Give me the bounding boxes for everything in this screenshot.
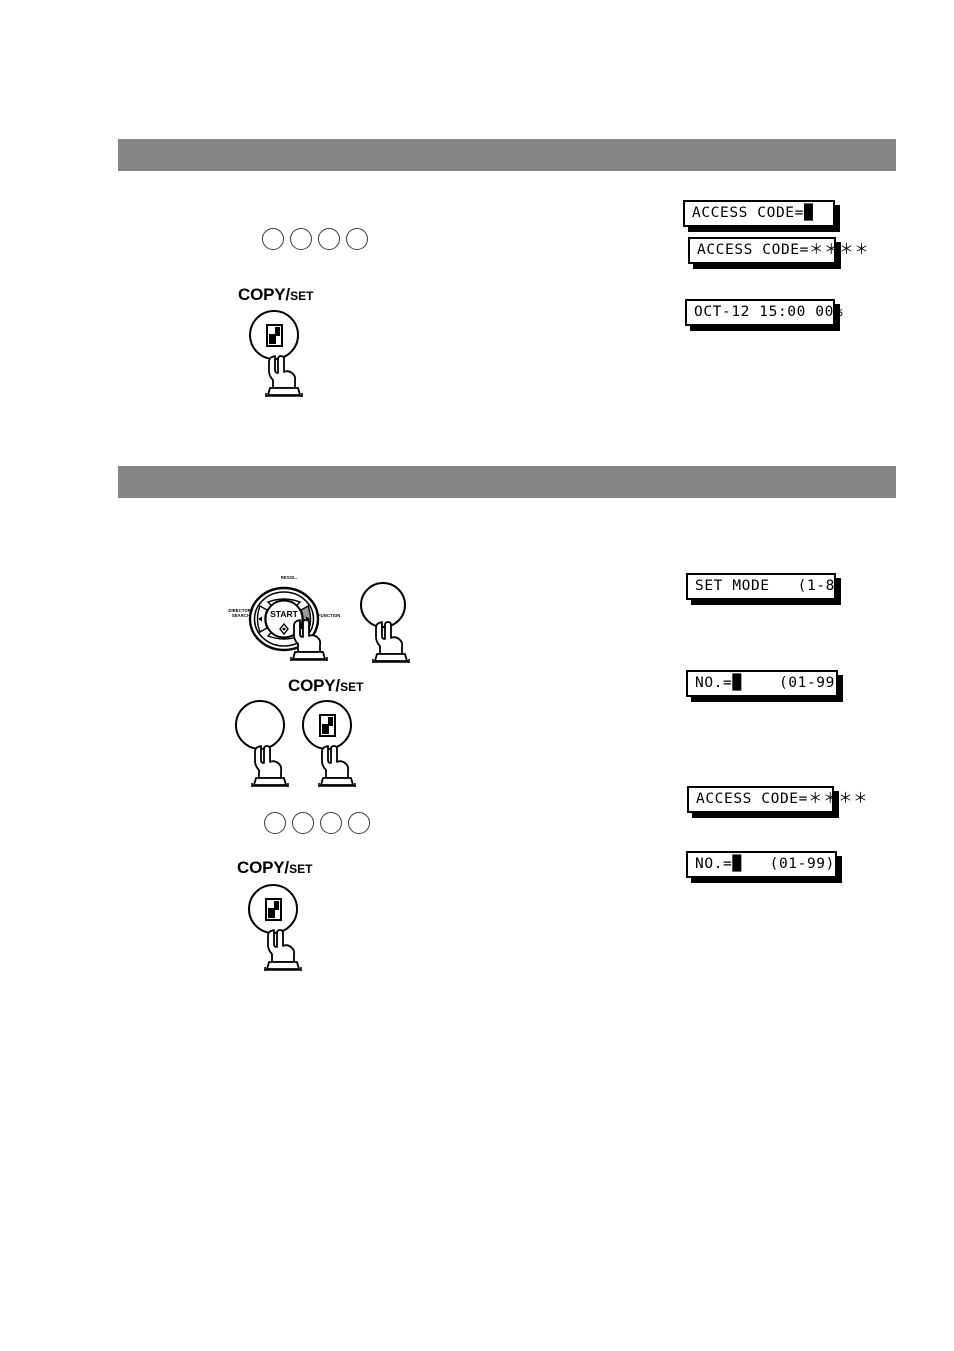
keypad-key[interactable] [348, 812, 370, 834]
lcd-text: ACCESS CODE=＊＊＊＊ [696, 791, 869, 808]
copy-set-button-group-1 [249, 310, 325, 402]
pointing-hand-icon [251, 745, 289, 787]
section-header-bar-1 [118, 139, 896, 171]
lcd-display-access-code-filled: ACCESS CODE=＊＊＊＊ [688, 237, 869, 264]
copy-set-label-3: COPY/SET [237, 858, 312, 878]
copy-set-button-group-2 [302, 700, 378, 792]
lcd-display-access-code-filled-2: ACCESS CODE=＊＊＊＊ [687, 786, 868, 813]
navigation-dial-group: START DIRECTORY SEARCH RESOL. FUNCTION [222, 572, 352, 664]
copy-label: COPY [238, 285, 286, 304]
lcd-text: ACCESS CODE=█ [692, 205, 814, 222]
lcd-display-number-prompt-2: NO.=█ (01-99) [686, 851, 837, 878]
pointing-hand-icon [318, 745, 356, 787]
lcd-display-set-mode: SET MODE (1-8) [686, 573, 844, 600]
dial-resolution-label: RESOL. [280, 575, 298, 580]
lcd-display-access-code-empty: ACCESS CODE=█ [683, 200, 835, 227]
set-label: SET [340, 680, 364, 694]
lcd-display-number-prompt-1: NO.=█ (01-99) [686, 670, 844, 697]
dial-directory-search-label: DIRECTORY SEARCH [228, 608, 254, 619]
keypad-key[interactable] [292, 812, 314, 834]
keypad-key[interactable] [262, 228, 284, 250]
pointing-hand-icon [372, 621, 410, 663]
keypad-key[interactable] [290, 228, 312, 250]
manual-page: ACCESS CODE=█ ACCESS CODE=＊＊＊＊ OCT-12 15… [0, 0, 954, 1351]
copy-label: COPY [288, 676, 336, 695]
copy-set-button-group-3 [248, 884, 324, 976]
page-icon [264, 897, 282, 921]
copy-set-label-2: COPY/SET [288, 676, 363, 696]
blank-button-group [235, 700, 311, 792]
keypad-key[interactable] [318, 228, 340, 250]
copy-set-label-1: COPY/SET [238, 285, 313, 305]
pointing-hand-icon [290, 619, 328, 661]
page-icon [265, 323, 283, 347]
lcd-text: OCT-12 15:00 00% [694, 304, 844, 321]
copy-label: COPY [237, 858, 285, 877]
numeric-keypad-row-2 [264, 812, 370, 834]
section-header-bar-2 [118, 466, 896, 498]
lcd-text: SET MODE (1-8) [695, 578, 845, 595]
keypad-key[interactable] [346, 228, 368, 250]
set-label: SET [290, 289, 314, 303]
set-label: SET [289, 862, 313, 876]
lcd-display-standby-datetime: OCT-12 15:00 00% [685, 299, 843, 326]
pointing-hand-icon [265, 355, 303, 397]
lcd-text: NO.=█ (01-99) [695, 856, 835, 873]
lcd-text: ACCESS CODE=＊＊＊＊ [697, 242, 870, 259]
dial-companion-button-group [360, 582, 416, 663]
lcd-text: NO.=█ (01-99) [695, 675, 845, 692]
page-icon [318, 713, 336, 737]
pointing-hand-icon [264, 929, 302, 971]
keypad-key[interactable] [320, 812, 342, 834]
keypad-key[interactable] [264, 812, 286, 834]
numeric-keypad-row-1 [262, 228, 368, 250]
